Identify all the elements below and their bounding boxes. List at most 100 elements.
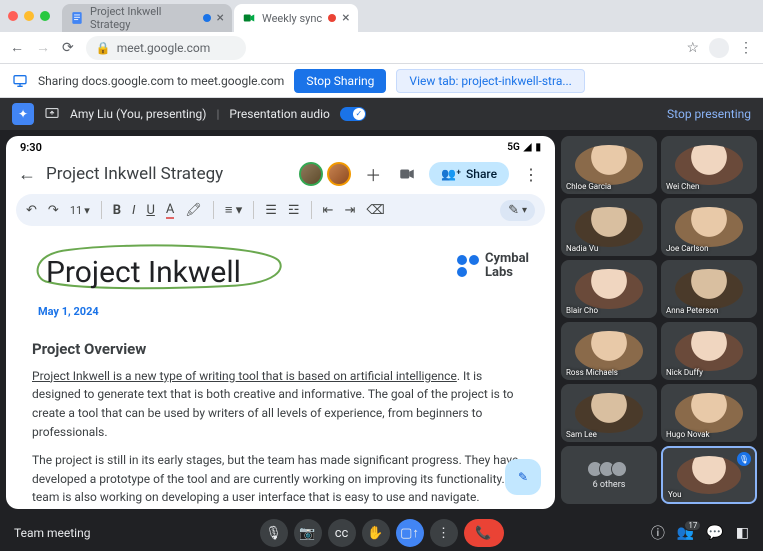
participant-tile[interactable]: Nick Duffy bbox=[661, 322, 757, 380]
clock: 9:30 bbox=[20, 141, 42, 154]
participant-tile[interactable]: Ross Michaels bbox=[561, 322, 657, 380]
browser-tab-strip: Project Inkwell Strategy × Weekly sync × bbox=[0, 0, 763, 32]
docs-favicon-icon bbox=[70, 11, 84, 25]
forward-icon[interactable]: → bbox=[36, 39, 50, 56]
browser-tab-meet[interactable]: Weekly sync × bbox=[234, 4, 358, 32]
doc-toolbar: ↶ ↷ 11 ▾ B I U A 🖍 ≡ ▾ ☰ ☲ ⇤ ⇥ ⌫ ✎▾ bbox=[16, 194, 545, 226]
doc-header: ← Project Inkwell Strategy ＋ 👥⁺ Share ⋮ bbox=[6, 158, 555, 190]
company-logo: CymbalLabs bbox=[457, 252, 529, 279]
participant-tile[interactable]: Anna Peterson bbox=[661, 260, 757, 318]
bulleted-list-icon[interactable]: ☰ bbox=[265, 203, 277, 218]
info-icon[interactable]: ⓘ bbox=[651, 523, 665, 543]
signal-icon: ◢ bbox=[524, 142, 532, 153]
tab-title: Project Inkwell Strategy bbox=[90, 5, 197, 31]
pen-icon: ✎ bbox=[518, 468, 528, 487]
screen-share-icon bbox=[12, 73, 28, 89]
participant-tile[interactable]: Hugo Novak bbox=[661, 384, 757, 442]
raise-hand-button[interactable]: ✋ bbox=[362, 519, 390, 547]
editing-mode-selector[interactable]: ✎▾ bbox=[500, 200, 535, 221]
pen-icon: ✎ bbox=[508, 203, 519, 218]
meet-presenter-bar: ✦ Amy Liu (You, presenting) | Presentati… bbox=[0, 98, 763, 130]
signal-label: 5G bbox=[507, 142, 520, 153]
kebab-menu-icon[interactable]: ⋮ bbox=[739, 40, 753, 56]
font-size-selector[interactable]: 11 ▾ bbox=[70, 204, 90, 217]
align-icon[interactable]: ≡ ▾ bbox=[225, 202, 242, 218]
italic-icon[interactable]: I bbox=[132, 203, 135, 218]
people-count: 17 bbox=[684, 520, 701, 531]
tab-title: Weekly sync bbox=[262, 12, 322, 25]
share-status-text: Sharing docs.google.com to meet.google.c… bbox=[38, 74, 284, 88]
stop-presenting-button[interactable]: Stop presenting bbox=[667, 107, 751, 121]
end-call-button[interactable]: 📞 bbox=[464, 519, 504, 547]
overflow-participants-tile[interactable]: 6 others bbox=[561, 446, 657, 504]
stop-sharing-button[interactable]: Stop Sharing bbox=[294, 69, 386, 93]
share-label: Share bbox=[466, 167, 497, 181]
profile-avatar[interactable] bbox=[709, 38, 729, 58]
participant-grid: Chloe Garcia Wei Chen Nadia Vu Joe Carls… bbox=[561, 136, 757, 509]
participant-tile[interactable]: Joe Carlson bbox=[661, 198, 757, 256]
star-icon[interactable]: ☆ bbox=[686, 40, 699, 56]
overflow-count: 6 others bbox=[593, 480, 626, 490]
mic-button[interactable]: 🎙 bbox=[260, 519, 288, 547]
meet-favicon-icon bbox=[242, 11, 256, 25]
self-tile[interactable]: 🎙 You bbox=[661, 446, 757, 504]
text-color-icon[interactable]: A bbox=[166, 202, 174, 219]
share-button[interactable]: 👥⁺ Share bbox=[429, 162, 509, 186]
camera-button[interactable]: 📷 bbox=[294, 519, 322, 547]
captions-button[interactable]: cc bbox=[328, 519, 356, 547]
underline-icon[interactable]: U bbox=[146, 203, 154, 218]
meet-main-area: 9:30 5G ◢ ▮ ← Project Inkwell Strategy ＋… bbox=[0, 130, 763, 515]
presenter-name: Amy Liu (You, presenting) bbox=[70, 107, 206, 121]
lock-icon: 🔒 bbox=[96, 41, 111, 55]
browser-tab-docs[interactable]: Project Inkwell Strategy × bbox=[62, 4, 232, 32]
present-to-all-icon bbox=[44, 106, 60, 122]
section-heading: Project Overview bbox=[32, 338, 529, 361]
battery-icon: ▮ bbox=[535, 142, 541, 153]
call-controls: 🎙 📷 cc ✋ ▢↑ ⋮ 📞 bbox=[260, 519, 504, 547]
people-icon[interactable]: 👥17 bbox=[677, 525, 694, 541]
participant-tile[interactable]: Chloe Garcia bbox=[561, 136, 657, 194]
back-arrow-icon[interactable]: ← bbox=[18, 164, 36, 185]
reload-icon[interactable]: ⟳ bbox=[62, 40, 74, 56]
chat-icon[interactable]: 💬 bbox=[706, 525, 723, 541]
bold-icon[interactable]: B bbox=[113, 203, 121, 218]
numbered-list-icon[interactable]: ☲ bbox=[288, 203, 300, 218]
participant-tile[interactable]: Blair Cho bbox=[561, 260, 657, 318]
shared-document-panel: 9:30 5G ◢ ▮ ← Project Inkwell Strategy ＋… bbox=[6, 136, 555, 509]
close-icon[interactable]: × bbox=[217, 10, 224, 26]
collaborator-avatar[interactable] bbox=[299, 162, 323, 186]
collaborator-avatar[interactable] bbox=[327, 162, 351, 186]
presentation-audio-toggle[interactable] bbox=[340, 107, 366, 121]
person-add-icon: 👥⁺ bbox=[441, 167, 461, 181]
clear-formatting-icon[interactable]: ⌫ bbox=[366, 203, 384, 218]
edit-fab[interactable]: ✎ bbox=[505, 459, 541, 495]
close-icon[interactable]: × bbox=[342, 10, 349, 26]
participant-tile[interactable]: Sam Lee bbox=[561, 384, 657, 442]
add-collaborator-icon[interactable]: ＋ bbox=[361, 162, 385, 186]
paragraph: Project Inkwell is a new type of writing… bbox=[32, 367, 529, 441]
doc-body[interactable]: Project Inkwell CymbalLabs May 1, 2024 P… bbox=[6, 230, 555, 509]
window-controls[interactable] bbox=[8, 11, 50, 21]
kebab-menu-icon[interactable]: ⋮ bbox=[519, 165, 543, 184]
indent-decrease-icon[interactable]: ⇤ bbox=[323, 203, 334, 218]
redo-icon[interactable]: ↷ bbox=[48, 203, 59, 218]
participant-tile[interactable]: Nadia Vu bbox=[561, 198, 657, 256]
meet-icon[interactable] bbox=[395, 165, 419, 183]
present-button[interactable]: ▢↑ bbox=[396, 519, 424, 547]
indent-increase-icon[interactable]: ⇥ bbox=[344, 203, 355, 218]
phone-status-bar: 9:30 5G ◢ ▮ bbox=[6, 136, 555, 158]
tab-recording-icon bbox=[328, 14, 336, 22]
activities-icon[interactable]: ◧ bbox=[736, 525, 749, 541]
meeting-name: Team meeting bbox=[14, 526, 90, 540]
url-text: meet.google.com bbox=[117, 41, 211, 55]
more-options-button[interactable]: ⋮ bbox=[430, 519, 458, 547]
view-tab-button[interactable]: View tab: project-inkwell-stra... bbox=[396, 69, 584, 93]
presentation-audio-label: Presentation audio bbox=[229, 107, 330, 121]
sparkle-button[interactable]: ✦ bbox=[12, 103, 34, 125]
address-bar[interactable]: 🔒 meet.google.com bbox=[86, 36, 246, 60]
participant-tile[interactable]: Wei Chen bbox=[661, 136, 757, 194]
highlight-icon[interactable]: 🖍 bbox=[185, 203, 202, 218]
back-icon[interactable]: ← bbox=[10, 39, 24, 56]
speaking-indicator-icon: 🎙 bbox=[737, 452, 751, 466]
undo-icon[interactable]: ↶ bbox=[26, 203, 37, 218]
